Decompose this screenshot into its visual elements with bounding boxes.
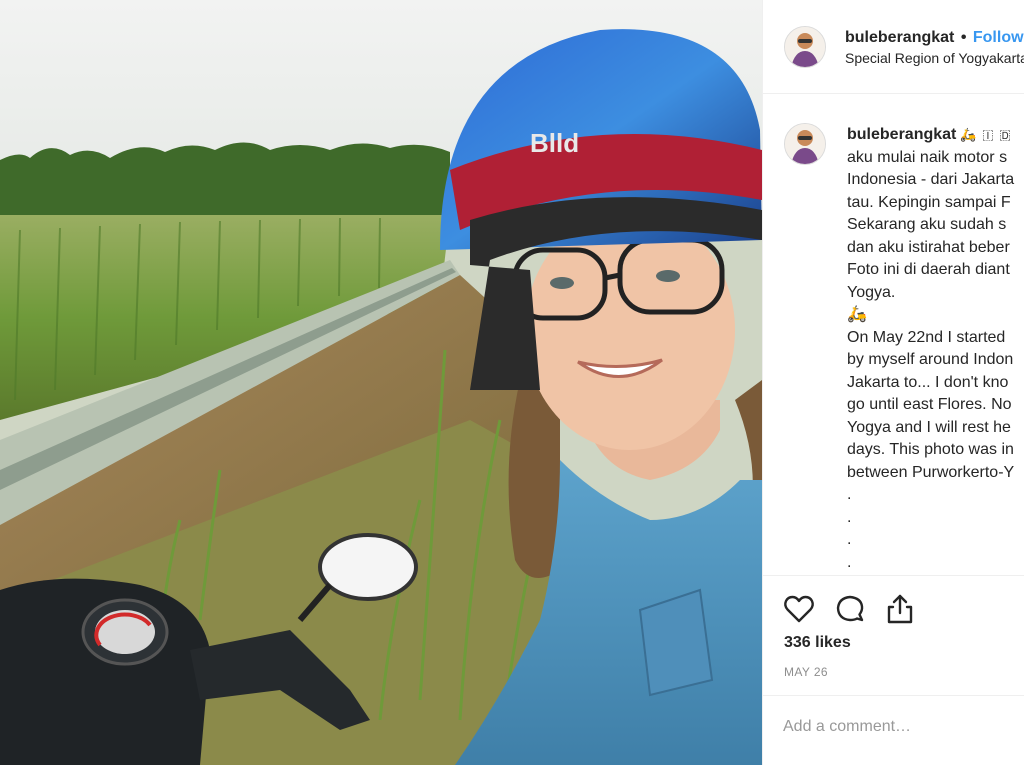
svg-text:Blld: Blld xyxy=(530,128,579,158)
post-header: buleberangkat • Follow Special Region of… xyxy=(763,0,1024,94)
username-link[interactable]: buleberangkat xyxy=(845,29,954,46)
follow-button[interactable]: Follow xyxy=(973,29,1024,46)
caption-line: go until east Flores. No xyxy=(847,396,1012,413)
caption-line: by myself around Indon xyxy=(847,351,1014,368)
caption-avatar[interactable] xyxy=(784,123,826,165)
separator-dot: • xyxy=(960,29,967,46)
caption-line: Indonesia - dari Jakarta xyxy=(847,171,1015,188)
caption-line: 🛵 xyxy=(847,306,867,323)
caption-line: Yogya and I will rest he xyxy=(847,418,1011,436)
caption-line: days. This photo was in xyxy=(847,441,1014,458)
likes-count[interactable]: 336 likes xyxy=(784,634,851,652)
avatar[interactable] xyxy=(784,26,826,68)
caption-line: between Purworkerto-Y xyxy=(847,463,1015,481)
caption-line: . xyxy=(847,508,852,526)
avatar-image xyxy=(785,27,825,67)
caption-line: Sekarang aku sudah s xyxy=(847,216,1007,233)
comment-bubble-icon[interactable] xyxy=(833,592,867,626)
post-caption: buleberangkat 🛵 🇮 🇩 aku mulai naik motor … xyxy=(847,124,1024,574)
caption-line: . xyxy=(847,531,852,548)
caption-line: . xyxy=(847,553,852,571)
post-side-panel: buleberangkat • Follow Special Region of… xyxy=(762,0,1024,765)
location-link[interactable]: Special Region of Yogyakarta xyxy=(845,50,1024,66)
post-photo[interactable]: Blld xyxy=(0,0,762,765)
post-actions: 336 likes MAY 26 xyxy=(763,575,1024,696)
comment-input[interactable] xyxy=(783,718,1013,736)
caption-line: Yogya. xyxy=(847,283,896,301)
caption-username[interactable]: buleberangkat xyxy=(847,126,956,143)
caption-line: Foto ini di daerah diant xyxy=(847,261,1010,278)
comment-box xyxy=(763,695,1024,765)
caption-avatar-image xyxy=(785,124,825,164)
heart-icon[interactable] xyxy=(782,592,816,626)
caption-line: tau. Kepingin sampai F xyxy=(847,193,1011,211)
caption-emojis: 🛵 🇮 🇩 xyxy=(960,127,1012,142)
caption-header: buleberangkat 🛵 🇮 🇩 xyxy=(847,124,1024,147)
share-icon[interactable] xyxy=(883,592,917,626)
caption-line: aku mulai naik motor s xyxy=(847,148,1008,166)
caption-line: dan aku istirahat beber xyxy=(847,238,1010,256)
header-username-row: buleberangkat • Follow xyxy=(845,29,1024,47)
caption-line: . xyxy=(847,486,852,503)
caption-line: Jakarta to... I don't kno xyxy=(847,373,1009,391)
photo-illustration: Blld xyxy=(0,0,762,765)
post-date[interactable]: MAY 26 xyxy=(784,665,828,679)
caption-line: On May 22nd I started xyxy=(847,328,1006,346)
